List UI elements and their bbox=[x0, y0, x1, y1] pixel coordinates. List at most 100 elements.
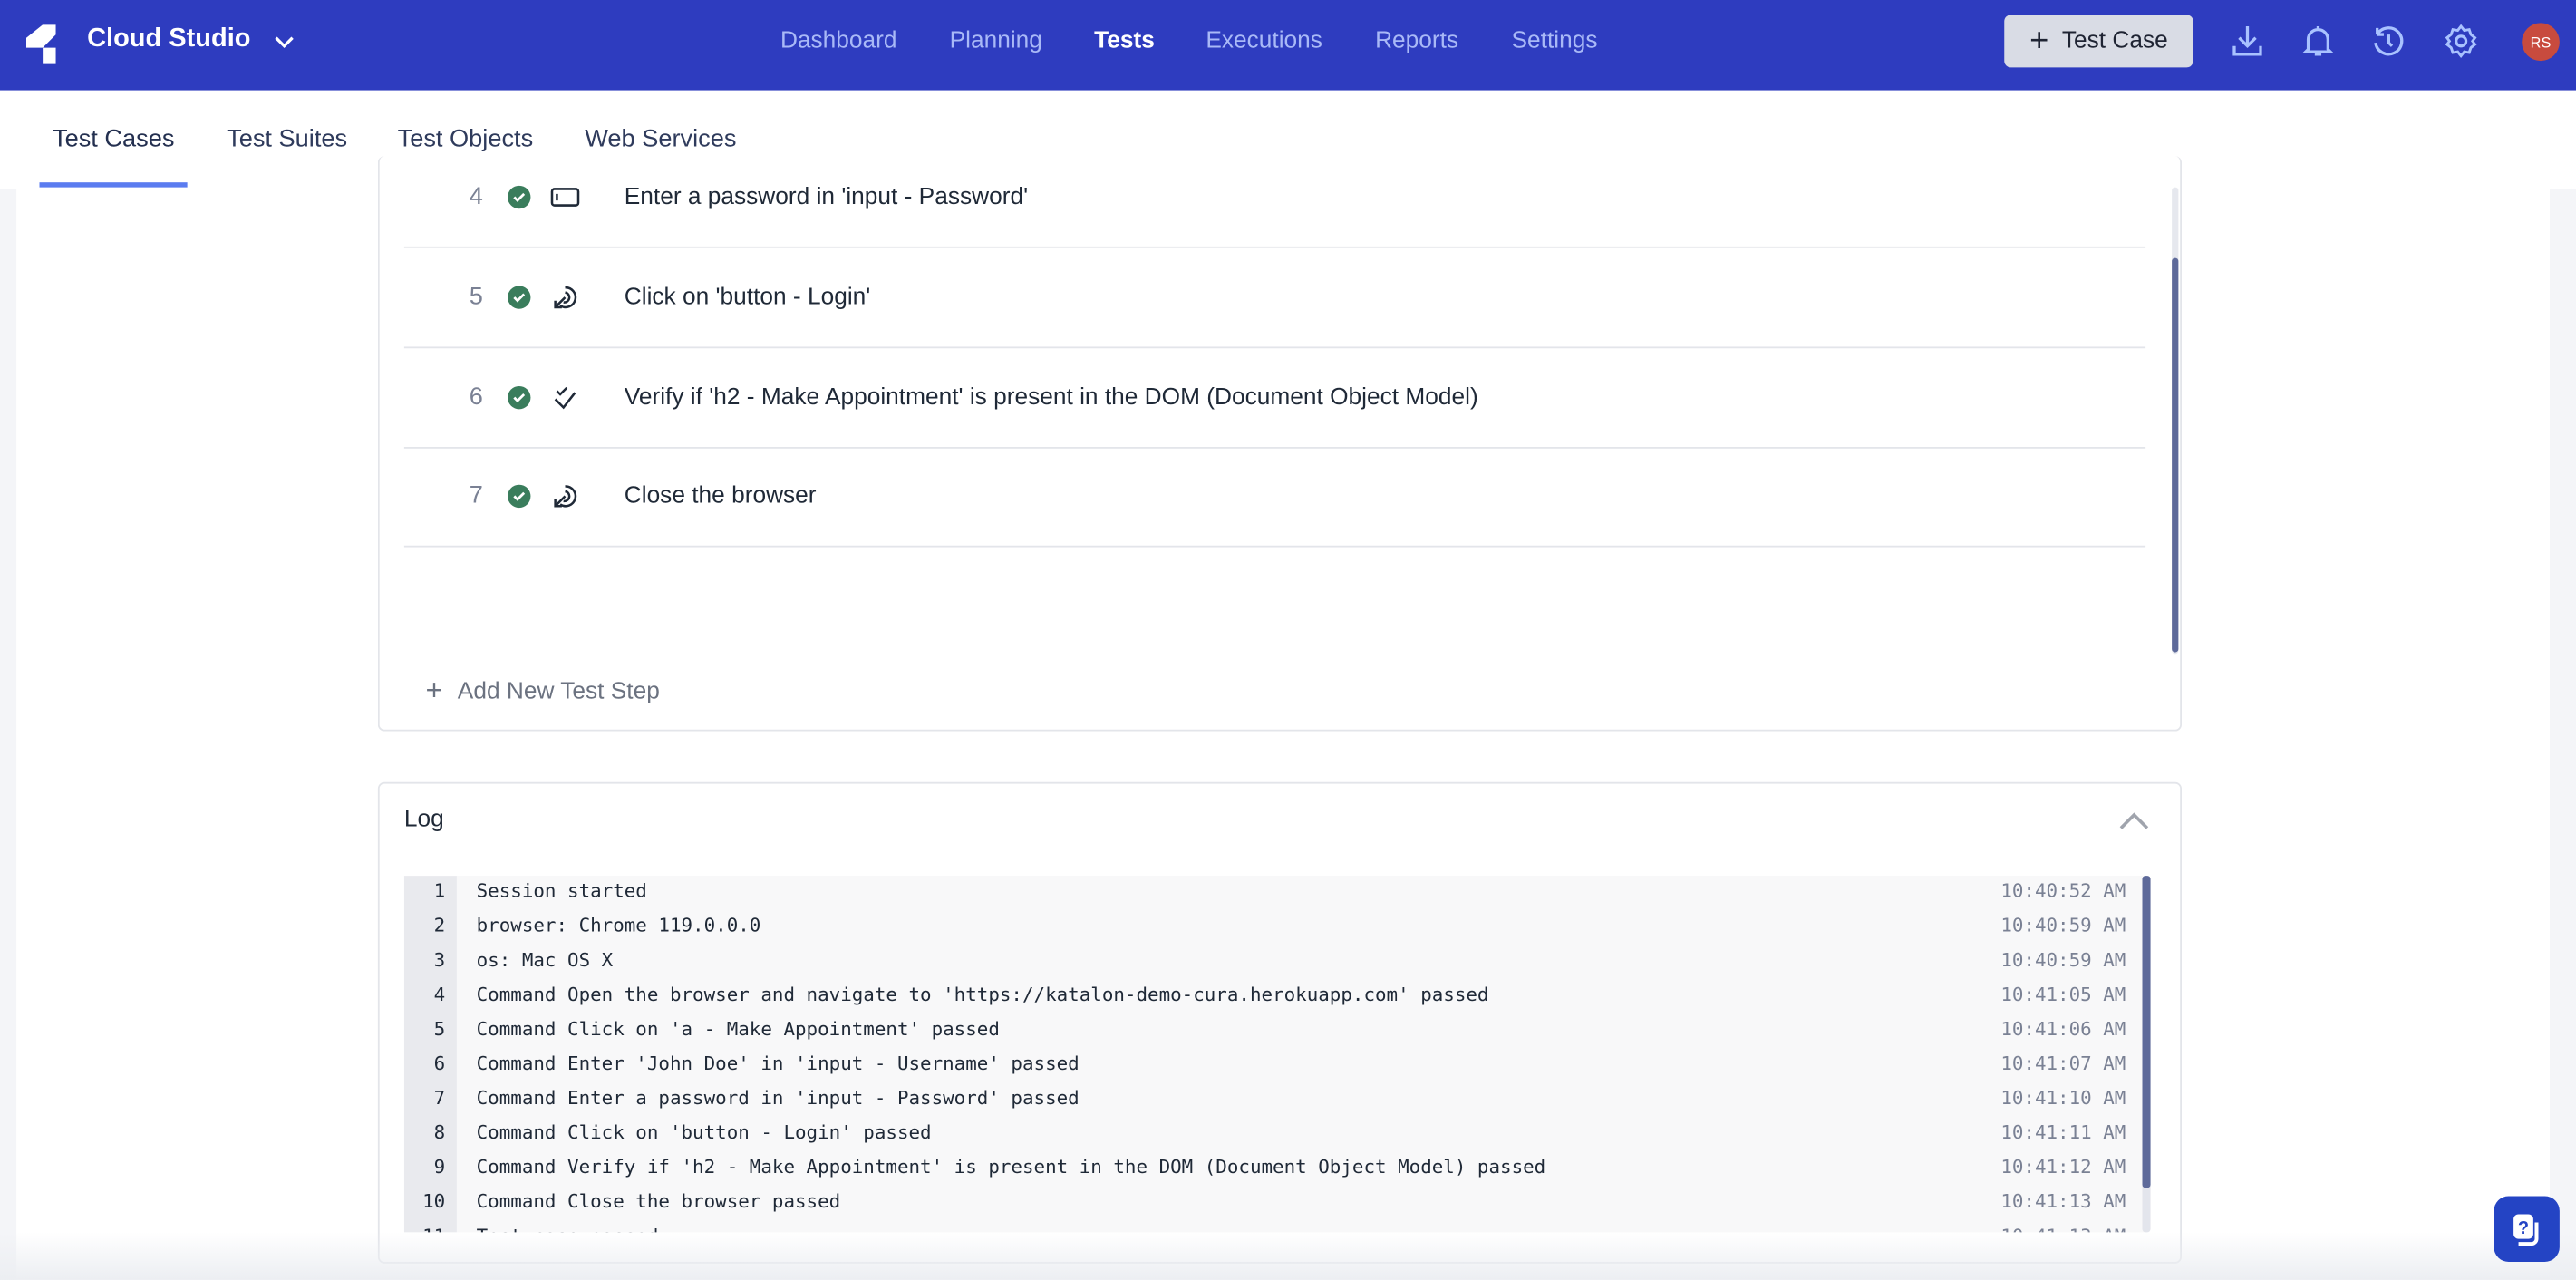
log-line-number: 5 bbox=[433, 1016, 446, 1041]
log-line-text: Command Open the browser and navigate to… bbox=[476, 982, 1489, 1006]
log-line-text: Test case passed bbox=[477, 1219, 659, 1232]
test-step-row[interactable]: 7 Close the browser bbox=[403, 447, 2146, 548]
log-line-number: 11 bbox=[404, 1219, 445, 1232]
log-timestamp: 10:40:59 AM bbox=[2000, 947, 2126, 972]
log-timestamp: 10:41:06 AM bbox=[2000, 1016, 2126, 1041]
log-line-text: browser: Chrome 119.0.0.0 bbox=[476, 913, 761, 937]
log-line: 5 Command Click on 'a - Make Appointment'… bbox=[404, 1013, 2145, 1047]
log-line: 7 Command Enter a password in 'input - Pa… bbox=[404, 1081, 2145, 1116]
bell-icon[interactable] bbox=[2299, 22, 2339, 62]
log-line-text: Command Click on 'button - Login' passed bbox=[476, 1120, 932, 1144]
log-line-number: 3 bbox=[433, 947, 446, 972]
user-avatar[interactable]: RS bbox=[2522, 23, 2560, 62]
nav-tests[interactable]: Tests bbox=[1094, 28, 1155, 54]
log-output: 1 Session started 10:40:52 AM 2 browser: Chr… bbox=[403, 876, 2146, 1233]
log-line-number: 4 bbox=[433, 982, 446, 1006]
passed-check-icon bbox=[508, 385, 531, 410]
step-number: 7 bbox=[469, 481, 483, 509]
download-icon[interactable] bbox=[2228, 22, 2268, 62]
step-number: 6 bbox=[469, 383, 483, 412]
new-test-case-button[interactable]: + Test Case bbox=[2004, 15, 2193, 68]
log-line-number: 8 bbox=[433, 1120, 446, 1144]
log-timestamp: 10:41:13 AM bbox=[2000, 1219, 2126, 1232]
log-line: 10 Command Close the browser passed 10:41:… bbox=[404, 1185, 2145, 1219]
log-line: 11 Test case passed 10:41:13 AM bbox=[404, 1219, 2145, 1232]
log-line: 2 browser: Chrome 119.0.0.0 10:40:59 AM bbox=[404, 908, 2145, 943]
log-line: 1 Session started 10:40:52 AM bbox=[404, 876, 2145, 908]
chevron-down-icon[interactable] bbox=[273, 31, 295, 53]
passed-check-icon bbox=[508, 286, 531, 309]
cloud-studio-logo-icon[interactable] bbox=[26, 24, 56, 64]
add-step-label: Add New Test Step bbox=[457, 677, 660, 704]
log-line-text: Command Enter a password in 'input - Pas… bbox=[476, 1086, 1080, 1110]
log-timestamp: 10:41:10 AM bbox=[2000, 1086, 2126, 1110]
log-timestamp: 10:41:11 AM bbox=[2000, 1120, 2126, 1144]
click-icon bbox=[554, 485, 577, 508]
log-line-number: 2 bbox=[433, 913, 446, 937]
plus-icon: + bbox=[2029, 23, 2049, 60]
add-new-test-step-button[interactable]: + Add New Test Step bbox=[425, 674, 659, 708]
step-text: Enter a password in 'input - Password' bbox=[624, 184, 1029, 210]
log-line-number: 9 bbox=[433, 1155, 446, 1178]
log-timestamp: 10:41:05 AM bbox=[2000, 982, 2126, 1006]
log-line-text: Command Verify if 'h2 - Make Appointment… bbox=[476, 1155, 1546, 1178]
log-line-number: 6 bbox=[433, 1052, 446, 1075]
test-step-row[interactable]: 5 Click on 'button - Login' bbox=[403, 248, 2146, 349]
log-line-text: Command Close the browser passed bbox=[476, 1189, 841, 1213]
app-name[interactable]: Cloud Studio bbox=[87, 24, 250, 54]
help-question-icon: ? bbox=[2513, 1214, 2539, 1246]
steps-scrollbar-thumb[interactable] bbox=[2172, 257, 2179, 653]
log-timestamp: 10:40:59 AM bbox=[2000, 913, 2126, 937]
left-gutter bbox=[0, 189, 17, 1280]
passed-check-icon bbox=[508, 484, 531, 509]
log-line-number: 7 bbox=[433, 1086, 446, 1110]
svg-text:?: ? bbox=[2518, 1218, 2529, 1238]
input-field-icon bbox=[550, 188, 580, 207]
log-line-number: 10 bbox=[422, 1189, 446, 1213]
log-line-number: 1 bbox=[433, 878, 446, 903]
bottom-fade bbox=[0, 1232, 2576, 1280]
passed-check-icon bbox=[508, 185, 531, 209]
log-title: Log bbox=[403, 806, 444, 833]
log-line-text: Command Enter 'John Doe' in 'input - Use… bbox=[476, 1052, 1080, 1075]
verify-check-icon bbox=[554, 386, 576, 410]
click-icon bbox=[554, 286, 577, 309]
gear-icon[interactable] bbox=[2441, 22, 2481, 62]
plus-icon: + bbox=[425, 674, 443, 707]
step-number: 4 bbox=[469, 182, 483, 210]
log-line-text: Session started bbox=[476, 878, 647, 903]
log-line-text: os: Mac OS X bbox=[476, 947, 614, 972]
right-gutter bbox=[2550, 189, 2576, 1280]
tab-test-cases[interactable]: Test Cases bbox=[53, 125, 174, 153]
log-timestamp: 10:40:52 AM bbox=[2000, 878, 2126, 903]
log-timestamp: 10:41:13 AM bbox=[2000, 1189, 2126, 1213]
log-line-text: Command Click on 'a - Make Appointment' … bbox=[476, 1016, 1000, 1041]
test-step-row[interactable]: 6 Verify if 'h2 - Make Appointment' is p… bbox=[403, 348, 2146, 449]
steps-scrollbar[interactable] bbox=[2172, 187, 2179, 655]
help-button[interactable]: ? bbox=[2494, 1196, 2560, 1262]
history-icon[interactable] bbox=[2369, 22, 2409, 62]
nav-executions[interactable]: Executions bbox=[1206, 28, 1322, 54]
test-step-row[interactable]: 4 Enter a password in 'input - Password' bbox=[403, 148, 2146, 248]
active-tab-indicator bbox=[39, 182, 188, 188]
log-timestamp: 10:41:07 AM bbox=[2000, 1052, 2126, 1075]
log-scrollbar[interactable] bbox=[2142, 876, 2151, 1233]
log-timestamp: 10:41:12 AM bbox=[2000, 1155, 2126, 1178]
log-line: 4 Command Open the browser and navigate t… bbox=[404, 977, 2145, 1012]
new-test-case-label: Test Case bbox=[2061, 27, 2168, 54]
log-line: 3 os: Mac OS X 10:40:59 AM bbox=[404, 943, 2145, 977]
nav-dashboard[interactable]: Dashboard bbox=[780, 28, 897, 54]
log-line: 9 Command Verify if 'h2 - Make Appointmen… bbox=[404, 1150, 2145, 1185]
step-number: 5 bbox=[469, 282, 483, 311]
chevron-up-icon[interactable] bbox=[2117, 807, 2150, 833]
step-text: Click on 'button - Login' bbox=[624, 284, 871, 311]
nav-settings[interactable]: Settings bbox=[1512, 28, 1598, 54]
log-line: 6 Command Enter 'John Doe' in 'input - Us… bbox=[404, 1047, 2145, 1081]
nav-reports[interactable]: Reports bbox=[1375, 28, 1458, 54]
tab-test-suites[interactable]: Test Suites bbox=[227, 125, 347, 153]
top-header: Cloud Studio Dashboard Planning Tests Ex… bbox=[0, 0, 2576, 91]
step-text: Close the browser bbox=[624, 482, 817, 509]
nav-planning[interactable]: Planning bbox=[950, 28, 1042, 54]
log-line: 8 Command Click on 'button - Login' passe… bbox=[404, 1116, 2145, 1150]
log-scrollbar-thumb[interactable] bbox=[2142, 876, 2151, 1188]
